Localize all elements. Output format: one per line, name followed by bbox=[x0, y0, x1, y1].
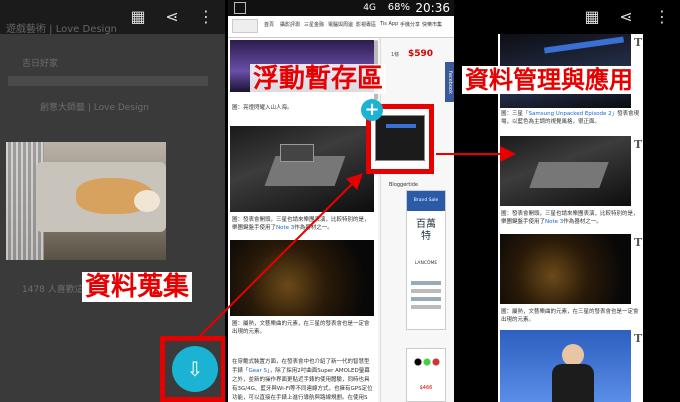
keyboard-shape bbox=[529, 162, 609, 188]
stash-thumbnail-box[interactable]: + bbox=[361, 99, 434, 174]
caption-1: 圖：亮燈閃耀入山人海。 bbox=[232, 105, 293, 111]
grid-icon[interactable]: ▦ bbox=[582, 7, 602, 27]
nav-item[interactable]: 快樂市集 bbox=[422, 21, 442, 28]
collected-caption-3: 圖：屬熱，文藝樂曲的元素，在三星的發表會也是一定會出現的元素。 bbox=[501, 309, 639, 323]
band-photo[interactable] bbox=[230, 240, 374, 316]
more-icon[interactable]: ⋮ bbox=[196, 7, 216, 27]
status-bar: 4G 68% 20:36 bbox=[228, 0, 454, 16]
battery-indicator: 68% bbox=[387, 2, 410, 13]
ad-row bbox=[411, 281, 441, 285]
sidebar-ad[interactable]: Brand Sale 百萬特 LANCÔME bbox=[406, 190, 446, 330]
app-notification-icon bbox=[234, 2, 246, 14]
middle-phone-screen: 4G 68% 20:36 首頁 攝影評測 三星金融 電腦與周邊 影視專區 Tis… bbox=[228, 0, 454, 402]
faded-divider bbox=[8, 76, 208, 86]
collected-image-4[interactable] bbox=[500, 330, 631, 402]
right-phone-screen: ▦ ⋖ ⋮ T 圖：三星「Samsung Unpacked Episode 2」… bbox=[456, 0, 680, 402]
download-icon: ⇩ bbox=[186, 357, 204, 381]
ad-row bbox=[411, 297, 441, 301]
keyboard-photo[interactable] bbox=[230, 126, 374, 212]
nav-item[interactable]: 攝影評測 bbox=[280, 21, 300, 28]
text-type-badge: T bbox=[634, 332, 643, 345]
caption-2-text-end: 作為器材之一。 bbox=[294, 225, 333, 231]
rings-graphic bbox=[413, 357, 441, 367]
text-type-badge: T bbox=[634, 236, 643, 249]
right-toolbar: ▦ ⋖ ⋮ bbox=[456, 0, 680, 34]
text-type-badge: T bbox=[634, 138, 643, 151]
dog-photo[interactable] bbox=[6, 142, 166, 260]
speaker-head-shape bbox=[562, 344, 584, 366]
text-type-badge: T bbox=[634, 36, 643, 49]
dog-head-shape bbox=[134, 190, 160, 212]
cap-1-text: 圖：三星 bbox=[501, 111, 524, 117]
speaker-body-shape bbox=[552, 364, 594, 402]
nav-item[interactable]: 三星金融 bbox=[304, 21, 324, 28]
facebook-tab[interactable]: facebook bbox=[445, 62, 454, 102]
site-logo[interactable] bbox=[232, 19, 258, 33]
faded-row-2: 創意大師藝 | Love Design bbox=[40, 103, 149, 113]
label-data-collection: 資料蒐集 bbox=[82, 272, 193, 302]
label-floating-stash: 浮動暫存區 bbox=[250, 64, 387, 94]
faded-row-1: 吉日好家 bbox=[22, 59, 59, 69]
caption-2-link[interactable]: Note 3 bbox=[276, 225, 294, 231]
ad-brand: LANCÔME bbox=[414, 261, 438, 266]
network-indicator: 4G bbox=[363, 3, 376, 13]
cap-1-link[interactable]: 「Samsung Unpacked Episode 2」 bbox=[523, 111, 617, 117]
collect-fab-button[interactable]: ⇩ bbox=[172, 346, 218, 392]
ad-headline: 百萬特 bbox=[416, 219, 436, 242]
price-value[interactable]: $590 bbox=[408, 49, 433, 59]
caption-2: 圖：發表會開頭，三星也請來樂團表演，比較特別的是，樂團鍵盤手使用了Note 3作… bbox=[232, 216, 374, 232]
status-clock: 20:36 bbox=[415, 1, 450, 15]
stash-thumbnail bbox=[375, 115, 425, 161]
ad-header: Brand Sale bbox=[407, 191, 445, 211]
collected-caption-2: 圖：發表會開頭，三星也請來樂團表演，比較特別的是，樂團鍵盤手使用了Note 3作… bbox=[501, 210, 641, 226]
nav-item[interactable]: 手機分享 bbox=[400, 21, 420, 28]
left-phone-screen: ▦ ⋖ ⋮ 遊戲藝術 | Love Design 吉日好家 創意大師藝 | Lo… bbox=[0, 0, 225, 402]
nav-item[interactable]: 影視專區 bbox=[356, 21, 376, 28]
cap-2-link[interactable]: Note 3 bbox=[545, 219, 563, 225]
collected-caption-1: 圖：三星「Samsung Unpacked Episode 2」發表會現場，以藍… bbox=[501, 110, 641, 126]
collected-image-2[interactable] bbox=[500, 136, 631, 206]
article-paragraph: 在穿戴式裝置方面，在發表會中也介紹了新一代的智慧型手錶「Gear S」，除了採用… bbox=[232, 358, 374, 402]
add-icon[interactable]: + bbox=[361, 99, 383, 121]
more-icon[interactable]: ⋮ bbox=[652, 7, 672, 27]
nav-item[interactable]: 首頁 bbox=[264, 21, 274, 28]
collected-image-3[interactable] bbox=[500, 234, 631, 304]
nav-item[interactable]: Tis App bbox=[380, 21, 398, 27]
paragraph-link[interactable]: Gear S bbox=[249, 368, 268, 374]
sidebar-ad-2[interactable]: $466 bbox=[406, 348, 446, 402]
ad-row bbox=[411, 305, 441, 309]
faded-title: 遊戲藝術 | Love Design bbox=[6, 24, 118, 35]
cap-2-text-end: 作為器材之一。 bbox=[563, 219, 602, 225]
price-prefix: 1條 bbox=[391, 52, 400, 58]
nav-item[interactable]: 電腦與周邊 bbox=[328, 21, 353, 28]
thumb-banner-shape bbox=[386, 124, 416, 128]
caption-3: 圖：屬熱，文藝樂曲的元素，在三星的發表會也是一定會出現的元素。 bbox=[232, 321, 370, 335]
label-data-management: 資料管理與應用 bbox=[462, 66, 636, 94]
share-icon[interactable]: ⋖ bbox=[616, 7, 636, 27]
site-nav: 首頁 攝影評測 三星金融 電腦與周邊 影視專區 Tis App 手機分享 快樂市… bbox=[228, 16, 454, 38]
tablet-shape bbox=[280, 144, 314, 162]
share-icon[interactable]: ⋖ bbox=[162, 7, 182, 27]
ad2-price: $466 bbox=[419, 385, 433, 391]
ad-row bbox=[411, 289, 441, 293]
grid-icon[interactable]: ▦ bbox=[128, 7, 148, 27]
banner-shape bbox=[543, 36, 625, 54]
sidebar-label: Bloggertide bbox=[389, 182, 418, 188]
